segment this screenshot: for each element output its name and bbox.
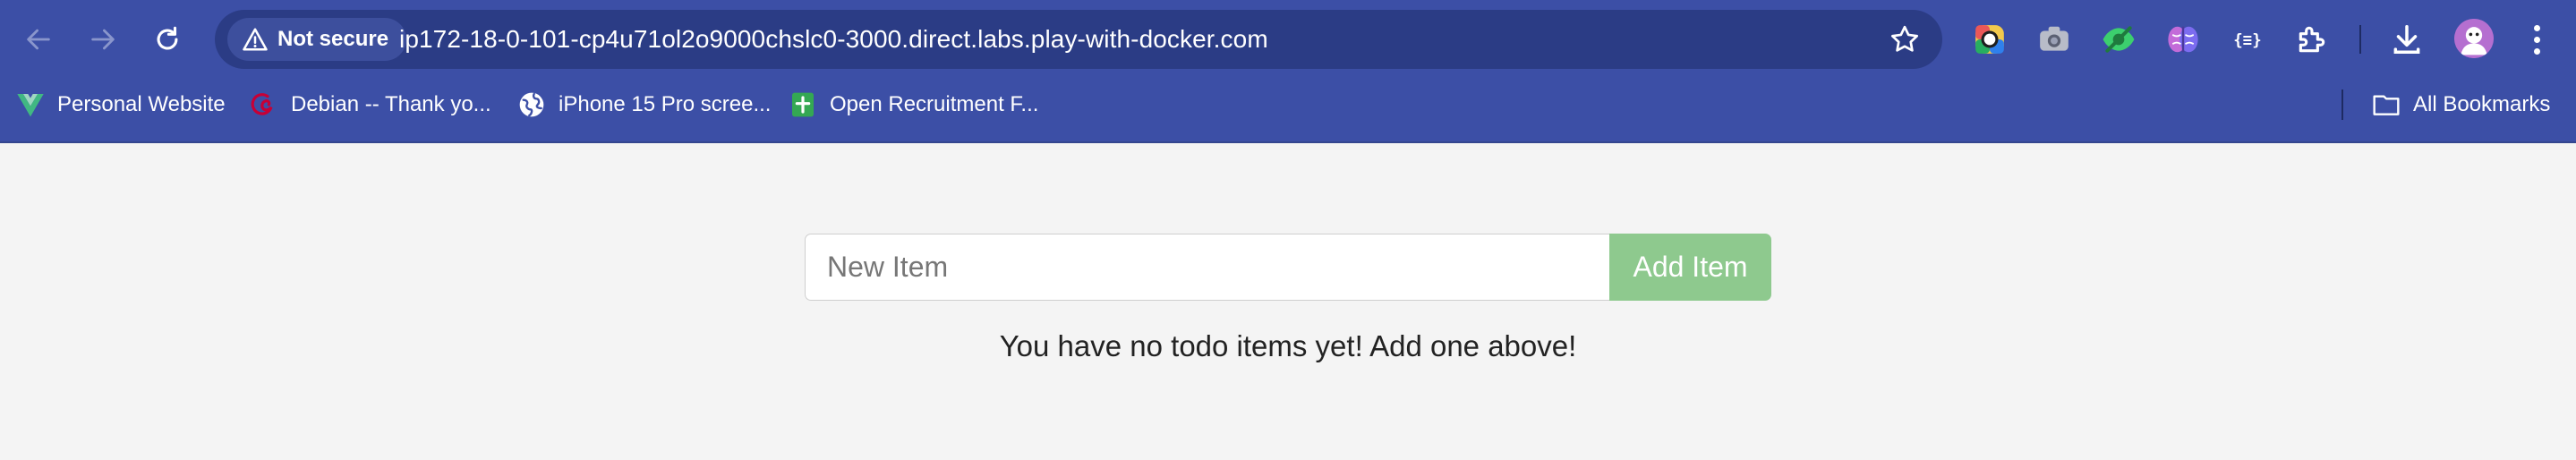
bookmark-personal-website[interactable]: Personal Website — [16, 84, 226, 125]
new-item-input[interactable] — [805, 234, 1610, 301]
browser-toolbar: Not secure ip172-18-0-101-cp4u71ol2o9000… — [0, 0, 2576, 143]
download-icon[interactable] — [2388, 21, 2426, 58]
url-text[interactable]: ip172-18-0-101-cp4u71ol2o9000chslc0-3000… — [399, 10, 1268, 69]
profile-avatar[interactable] — [2454, 19, 2494, 58]
brain-icon[interactable] — [2164, 21, 2202, 58]
arrow-left-icon — [27, 29, 50, 50]
bookmark-label: iPhone 15 Pro scree... — [559, 92, 772, 116]
eye-icon[interactable] — [2100, 21, 2137, 58]
reload-icon — [157, 26, 178, 50]
globe-icon — [517, 90, 546, 119]
bookmark-star-icon[interactable] — [1889, 23, 1921, 55]
forward-button[interactable] — [80, 16, 126, 63]
color-picker-icon[interactable] — [1971, 21, 2009, 58]
avatar-icon — [2454, 19, 2494, 58]
toolbar-divider — [0, 141, 2576, 143]
camera-icon[interactable] — [2035, 21, 2073, 58]
all-bookmarks-button[interactable]: All Bookmarks — [2372, 84, 2550, 125]
all-bookmarks-label: All Bookmarks — [2413, 92, 2551, 116]
google-forms-icon — [789, 90, 817, 119]
empty-state-message: You have no todo items yet! Add one abov… — [999, 329, 1577, 362]
json-icon[interactable]: {≡} — [2229, 21, 2266, 58]
bookmark-iphone[interactable]: iPhone 15 Pro scree... — [517, 84, 771, 125]
menu-dot — [2533, 47, 2540, 55]
menu-dot — [2533, 24, 2540, 31]
folder-icon — [2372, 90, 2401, 119]
back-button[interactable] — [15, 16, 62, 63]
browser-menu-button[interactable] — [2524, 18, 2549, 61]
bookmark-label: Debian -- Thank yo... — [291, 92, 491, 116]
bookmark-debian[interactable]: Debian -- Thank yo... — [250, 84, 491, 125]
address-bar[interactable]: Not secure ip172-18-0-101-cp4u71ol2o9000… — [215, 10, 1942, 69]
menu-dot — [2533, 36, 2540, 43]
debian-swirl-icon — [250, 90, 278, 119]
arrow-right-icon — [91, 29, 115, 50]
toolbar-separator — [2359, 25, 2361, 54]
reload-button[interactable] — [144, 16, 191, 63]
vue-logo-icon — [16, 90, 45, 119]
bookmark-open-recruitment[interactable]: Open Recruitment F... — [789, 84, 1038, 125]
security-label: Not secure — [277, 27, 389, 51]
bookmark-label: Open Recruitment F... — [830, 92, 1039, 116]
bookmark-label: Personal Website — [57, 92, 226, 116]
puzzle-icon[interactable] — [2293, 21, 2331, 58]
add-item-button[interactable]: Add Item — [1609, 234, 1771, 301]
warning-icon — [243, 28, 268, 51]
site-security-chip[interactable]: Not secure — [227, 18, 407, 61]
bookmarks-separator — [2341, 89, 2343, 120]
svg-text:{≡}: {≡} — [2233, 31, 2261, 49]
